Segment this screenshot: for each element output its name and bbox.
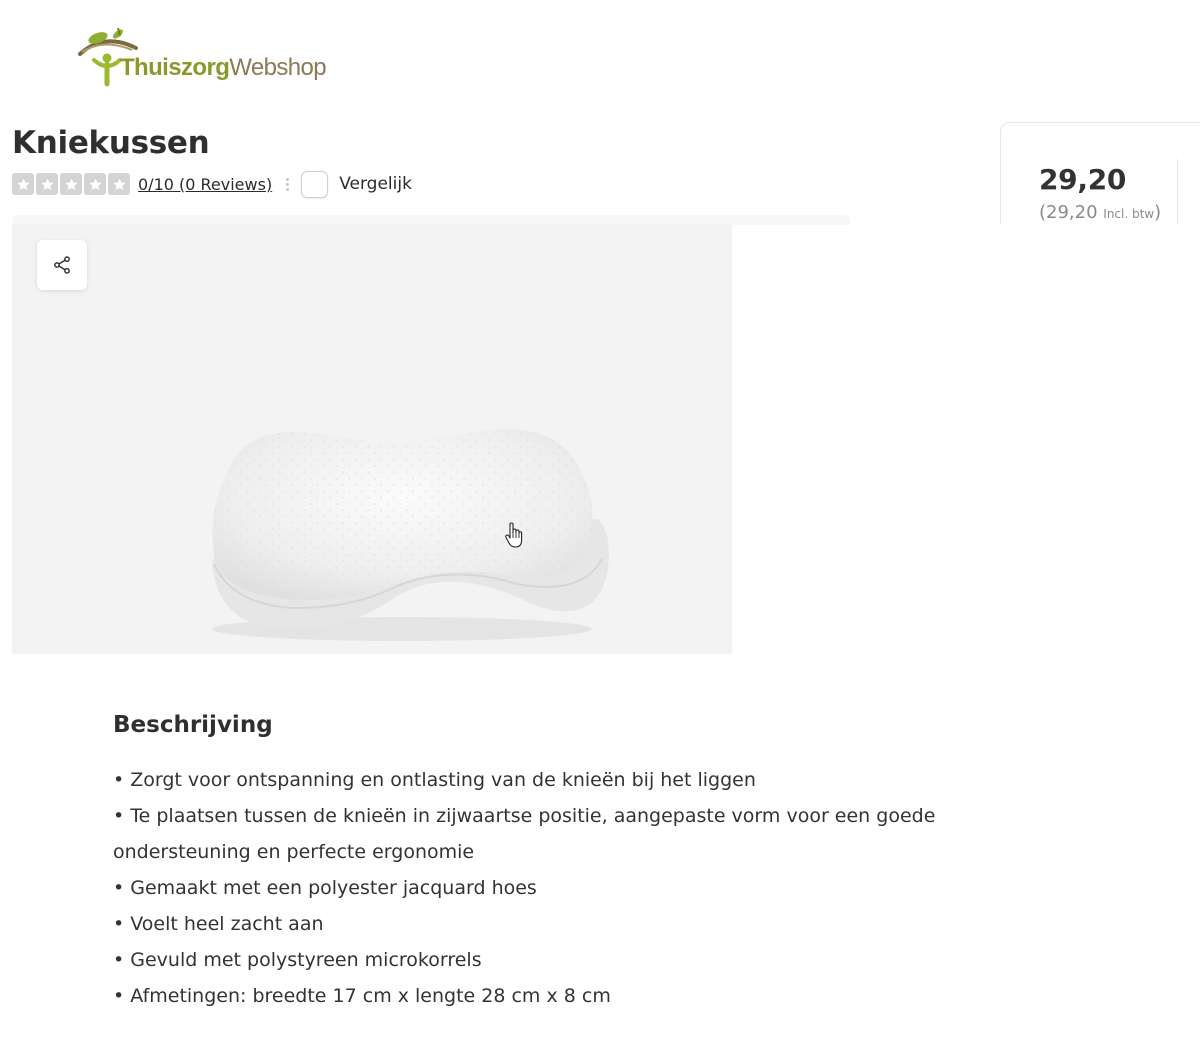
site-logo[interactable]: ThuiszorgWebshop — [74, 24, 327, 90]
knee-pillow-image — [212, 428, 609, 641]
star-icon — [36, 173, 58, 195]
list-item: • Te plaatsen tussen de knieën in zijwaa… — [113, 805, 936, 863]
share-button[interactable] — [37, 240, 87, 290]
description-heading: Beschrijving — [113, 712, 273, 738]
product-image[interactable] — [12, 224, 732, 654]
list-item: • Voelt heel zacht aan — [113, 913, 324, 935]
compare-checkbox[interactable] — [301, 170, 329, 198]
list-item: • Afmetingen: breedte 17 cm x lengte 28 … — [113, 985, 611, 1007]
price-divider — [1177, 159, 1178, 224]
star-icon — [84, 173, 106, 195]
logo-wordmark: ThuiszorgWebshop — [120, 54, 327, 82]
star-icon — [12, 173, 34, 195]
kebab-icon — [286, 177, 290, 191]
rating-row: 0/10 (0 Reviews) Vergelijk — [12, 170, 412, 198]
logo-text-thuiszorg: Thuiszorg — [120, 54, 230, 81]
price-incl-close: ) — [1154, 202, 1162, 223]
product-title: Kniekussen — [12, 125, 210, 161]
star-icon — [108, 173, 130, 195]
star-rating — [12, 173, 130, 195]
list-item: • Zorgt voor ontspanning en ontlasting v… — [113, 769, 756, 791]
price-incl-value: (29,20 — [1039, 202, 1104, 223]
hand-pointer-icon — [504, 522, 524, 554]
share-icon — [54, 256, 70, 274]
price-incl-label: Incl. btw — [1103, 207, 1155, 221]
price-card: 29,20 (29,20 Incl. btw) — [1000, 122, 1200, 224]
description-list: • Zorgt voor ontspanning en ontlasting v… — [113, 762, 943, 1014]
compare-label[interactable]: Vergelijk — [339, 174, 412, 194]
logo-text-webshop: Webshop — [229, 54, 327, 81]
list-item: • Gemaakt met een polyester jacquard hoe… — [113, 877, 537, 899]
reviews-link[interactable]: 0/10 (0 Reviews) — [138, 175, 272, 194]
price-incl-vat: (29,20 Incl. btw) — [1039, 202, 1161, 223]
star-icon — [60, 173, 82, 195]
price-main: 29,20 — [1039, 163, 1127, 196]
list-item: • Gevuld met polystyreen microkorrels — [113, 949, 482, 971]
